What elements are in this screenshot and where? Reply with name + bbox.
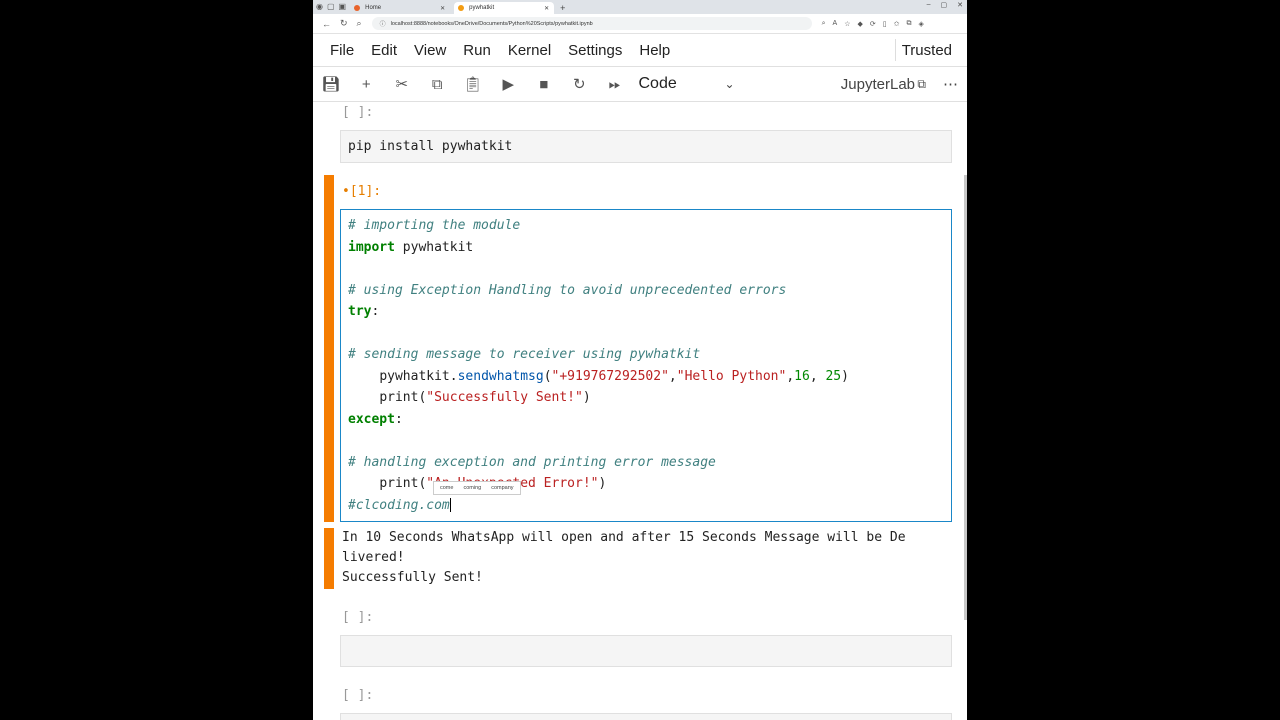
- menu-view[interactable]: View: [414, 42, 446, 59]
- split-screen-icon[interactable]: ▯: [883, 20, 887, 28]
- restart-icon[interactable]: ↻: [562, 75, 598, 93]
- tab-label: pywhatkit: [469, 5, 495, 11]
- cell-prompt: [ ]:: [342, 688, 374, 703]
- menu-help[interactable]: Help: [639, 42, 670, 59]
- profile-icon[interactable]: ◉: [316, 0, 323, 14]
- code-line: print("Successfully Sent!"): [379, 390, 591, 405]
- suggestion-item[interactable]: company: [491, 485, 513, 491]
- menu-kernel[interactable]: Kernel: [508, 42, 551, 59]
- search-icon[interactable]: ⌕: [357, 18, 362, 29]
- autocomplete-suggestions: come coming company: [433, 481, 521, 495]
- url-field[interactable]: ⓘ localhost:8888/notebooks/OneDrive/Docu…: [371, 17, 812, 30]
- menu-settings[interactable]: Settings: [568, 42, 622, 59]
- copy-icon[interactable]: ⧉: [420, 76, 456, 93]
- collections-icon[interactable]: ⧉: [906, 20, 911, 28]
- browser-tab-strip: ◉ ▢ ▣ Home ✕ pywhatkit ✕ + – ▢ ✕: [313, 0, 967, 14]
- cell-prompt: •[1]:: [342, 184, 382, 199]
- jupyter-favicon-icon: [458, 5, 465, 11]
- suggestion-item[interactable]: come: [440, 485, 453, 491]
- maximize-icon[interactable]: ▢: [941, 1, 948, 9]
- code-line: pip install pywhatkit: [348, 139, 513, 154]
- page-scrollbar[interactable]: [964, 175, 967, 620]
- code-cell-input[interactable]: pip install pywhatkit: [340, 130, 952, 163]
- code-cell-input[interactable]: [340, 635, 952, 667]
- chevron-down-icon: ⌄: [724, 77, 735, 91]
- menu-edit[interactable]: Edit: [371, 42, 397, 59]
- address-bar-row: ← ↻ ⌕ ⓘ localhost:8888/notebooks/OneDriv…: [313, 14, 967, 34]
- browser-tab-home[interactable]: Home ✕: [350, 2, 450, 14]
- cell-prompt: [ ]:: [342, 105, 374, 120]
- active-cell-indicator: [324, 175, 334, 522]
- favorites-icon[interactable]: ✩: [894, 20, 900, 28]
- read-aloud-icon[interactable]: A: [833, 20, 838, 28]
- code-cell-input-active[interactable]: # importing the module import pywhatkit …: [340, 209, 952, 522]
- code-line: #clcoding.com: [348, 497, 451, 513]
- jupyter-menubar: File Edit View Run Kernel Settings Help …: [313, 34, 967, 67]
- paste-icon[interactable]: 📋︎: [455, 75, 491, 93]
- code-line: # using Exception Handling to avoid unpr…: [348, 282, 787, 298]
- menu-file[interactable]: File: [330, 42, 354, 59]
- code-line: pywhatkit.sendwhatmsg("+919767292502","H…: [379, 368, 849, 384]
- close-tab-icon[interactable]: ✕: [544, 5, 549, 12]
- jupyter-favicon-icon: [354, 5, 361, 11]
- code-cell-input[interactable]: [340, 713, 952, 720]
- code-line: # importing the module: [348, 218, 521, 233]
- new-tab-icon[interactable]: +: [560, 2, 565, 14]
- menu-run[interactable]: Run: [463, 42, 491, 59]
- extension-icon[interactable]: ◆: [857, 20, 862, 28]
- url-text: localhost:8888/notebooks/OneDrive/Docume…: [390, 20, 593, 27]
- code-line: # handling exception and printing error …: [348, 454, 716, 470]
- tab-strip-icons: ◉ ▢ ▣: [313, 0, 346, 14]
- notebook-toolbar: 💾︎ + ✂ ⧉ 📋︎ ▶ ■ ↻ ⏩︎ Code ⌄ JupyterLab ⧉…: [313, 67, 967, 102]
- cell-type-select[interactable]: Code ⌄: [639, 75, 735, 93]
- save-icon[interactable]: 💾︎: [313, 75, 349, 93]
- refresh-icon[interactable]: ⟳: [870, 20, 876, 28]
- window-controls: – ▢ ✕: [927, 1, 963, 9]
- browser-window: ◉ ▢ ▣ Home ✕ pywhatkit ✕ + – ▢ ✕ ← ↻ ⌕ ⓘ…: [313, 0, 967, 720]
- active-output-indicator: [324, 528, 334, 589]
- notebook-area: [ ]: pip install pywhatkit •[1]: # impor…: [313, 101, 967, 720]
- cut-icon[interactable]: ✂: [384, 75, 420, 93]
- favorite-star-icon[interactable]: ☆: [844, 20, 850, 28]
- close-tab-icon[interactable]: ✕: [440, 5, 445, 12]
- copilot-icon[interactable]: ◈: [918, 20, 923, 28]
- code-line: # sending message to receiver using pywh…: [348, 347, 701, 362]
- workspaces-icon[interactable]: ▢: [327, 0, 335, 14]
- address-bar-actions: ⌕ A ☆ ◆ ⟳ ▯ ✩ ⧉ ◈: [822, 20, 924, 28]
- suggestion-item[interactable]: coming: [463, 485, 481, 491]
- insert-cell-icon[interactable]: +: [349, 76, 385, 93]
- back-icon[interactable]: ←: [322, 19, 331, 29]
- restart-run-all-icon[interactable]: ⏩︎: [597, 76, 633, 93]
- browser-tab-pywhatkit[interactable]: pywhatkit ✕: [454, 2, 555, 14]
- open-in-jupyterlab-link[interactable]: JupyterLab: [841, 76, 915, 93]
- code-line: import pywhatkit: [348, 239, 474, 255]
- reload-icon[interactable]: ↻: [340, 18, 348, 29]
- cell-prompt: [ ]:: [342, 610, 374, 625]
- code-line: except:: [348, 411, 403, 427]
- tab-actions-icon[interactable]: ▣: [339, 0, 347, 14]
- minimize-icon[interactable]: –: [927, 1, 931, 9]
- text-cursor: [449, 498, 451, 512]
- more-icon[interactable]: ⋯: [943, 75, 959, 93]
- tab-label: Home: [365, 5, 382, 11]
- run-icon[interactable]: ▶: [491, 75, 527, 93]
- info-icon[interactable]: ⓘ: [380, 19, 386, 28]
- close-window-icon[interactable]: ✕: [957, 1, 963, 9]
- stop-icon[interactable]: ■: [526, 76, 562, 93]
- trusted-indicator[interactable]: Trusted: [894, 39, 958, 61]
- code-line: try:: [348, 304, 380, 319]
- external-link-icon[interactable]: ⧉: [917, 77, 926, 92]
- zoom-icon[interactable]: ⌕: [822, 20, 826, 28]
- cell-output: In 10 Seconds WhatsApp will open and aft…: [342, 530, 906, 585]
- cell-type-value: Code: [638, 75, 677, 92]
